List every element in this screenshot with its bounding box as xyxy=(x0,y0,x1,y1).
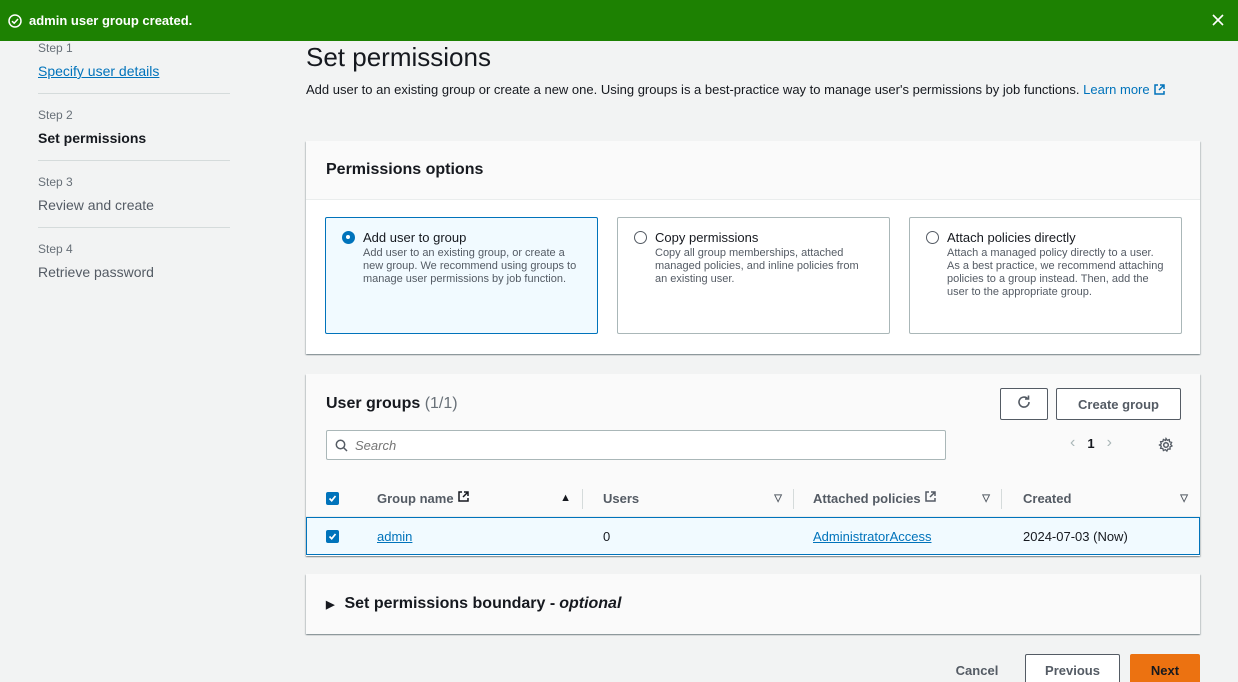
step-number: Step 2 xyxy=(38,108,73,122)
select-all-cell xyxy=(306,480,363,516)
check-circle-icon xyxy=(8,13,22,28)
wizard-step-3: Step 3 Review and create xyxy=(38,175,230,228)
row-checkbox[interactable] xyxy=(326,529,339,543)
user-groups-panel: User groups (1/1) Create group ‹ 1 › xyxy=(306,374,1200,556)
tile-description: Attach a managed policy directly to a us… xyxy=(947,247,1164,298)
panel-header: User groups (1/1) Create group ‹ 1 › xyxy=(306,374,1200,555)
boundary-label: Set permissions boundary - xyxy=(344,595,556,612)
user-groups-heading: User groups (1/1) xyxy=(326,395,458,412)
column-header-users[interactable]: Users ▽ xyxy=(583,480,794,516)
external-link-icon xyxy=(1153,82,1166,102)
tile-description: Copy all group memberships, attached man… xyxy=(655,247,859,285)
external-link-icon xyxy=(924,490,937,506)
tile-add-user-to-group[interactable]: Add user to group Add user to an existin… xyxy=(325,217,598,334)
step-number: Step 3 xyxy=(38,175,73,189)
sort-icon[interactable]: ▽ xyxy=(1180,493,1188,504)
cell-attached-policies: AdministratorAccess xyxy=(794,518,1002,554)
description-text: Add user to an existing group or create … xyxy=(306,82,1080,97)
search-field[interactable] xyxy=(326,430,946,460)
group-count: (1/1) xyxy=(424,395,458,412)
wizard-step-1: Step 1 Specify user details xyxy=(38,41,230,94)
pagination: ‹ 1 › xyxy=(1070,434,1112,452)
group-name-link[interactable]: admin xyxy=(377,529,412,544)
page-title: Set permissions xyxy=(306,42,491,72)
wizard-steps: Step 1 Specify user details Step 2 Set p… xyxy=(38,41,230,308)
step-label-set-permissions: Set permissions xyxy=(38,130,147,146)
table-row[interactable]: admin 0 AdministratorAccess 2024-07-03 (… xyxy=(306,517,1200,555)
permissions-boundary-expander[interactable]: ▶ Set permissions boundary - optional xyxy=(306,574,1200,634)
search-icon xyxy=(335,439,348,452)
tile-copy-permissions[interactable]: Copy permissions Copy all group membersh… xyxy=(617,217,890,334)
flash-message: admin user group created. xyxy=(29,13,193,28)
tile-title: Add user to group xyxy=(363,230,467,245)
permissions-options-panel: Permissions options Add user to group Ad… xyxy=(306,141,1200,354)
cell-users: 0 xyxy=(603,528,611,544)
select-all-checkbox[interactable] xyxy=(326,491,339,505)
table-header-row: Group name ▲ Users ▽ Attached policies ▽ xyxy=(306,480,1200,517)
row-select-cell xyxy=(307,518,363,554)
settings-gear-icon[interactable] xyxy=(1157,436,1175,454)
previous-page-icon[interactable]: ‹ xyxy=(1070,434,1075,452)
step-number: Step 1 xyxy=(38,41,73,55)
previous-button[interactable]: Previous xyxy=(1025,654,1120,682)
column-header-created[interactable]: Created ▽ xyxy=(1002,480,1200,516)
sort-icon[interactable]: ▽ xyxy=(982,493,990,504)
step-link-specify-user-details[interactable]: Specify user details xyxy=(38,61,230,81)
user-groups-table: Group name ▲ Users ▽ Attached policies ▽ xyxy=(306,480,1200,555)
create-group-button[interactable]: Create group xyxy=(1056,388,1181,420)
permissions-boundary-panel: ▶ Set permissions boundary - optional xyxy=(306,574,1200,634)
cancel-button[interactable]: Cancel xyxy=(948,654,1006,682)
radio-button[interactable] xyxy=(926,231,939,244)
success-flash-banner: admin user group created. xyxy=(0,0,1238,41)
caret-right-icon: ▶ xyxy=(326,598,335,611)
tile-title: Copy permissions xyxy=(655,230,759,245)
current-page[interactable]: 1 xyxy=(1087,436,1094,451)
search-input[interactable] xyxy=(355,437,915,453)
refresh-icon xyxy=(1016,394,1032,415)
page-description: Add user to an existing group or create … xyxy=(306,80,1176,102)
wizard-step-4: Step 4 Retrieve password xyxy=(38,242,230,294)
boundary-optional: optional xyxy=(559,595,622,612)
refresh-button[interactable] xyxy=(1000,388,1048,420)
cell-group-name: admin xyxy=(363,518,583,554)
external-link-icon xyxy=(457,490,470,506)
column-header-group-name[interactable]: Group name ▲ xyxy=(363,480,583,516)
tile-description: Add user to an existing group, or create… xyxy=(363,247,577,285)
radio-button-selected[interactable] xyxy=(342,231,355,244)
learn-more-link[interactable]: Learn more xyxy=(1083,82,1166,97)
wizard-step-2: Step 2 Set permissions xyxy=(38,108,230,161)
cell-created: 2024-07-03 (Now) xyxy=(1023,528,1128,544)
permission-tiles: Add user to group Add user to an existin… xyxy=(325,217,1182,334)
close-icon[interactable] xyxy=(1208,10,1228,30)
next-page-icon[interactable]: › xyxy=(1107,434,1112,452)
column-header-attached-policies[interactable]: Attached policies ▽ xyxy=(794,480,1002,516)
step-label-review-and-create: Review and create xyxy=(38,197,154,213)
next-button[interactable]: Next xyxy=(1130,654,1200,682)
sort-ascending-icon[interactable]: ▲ xyxy=(560,492,571,504)
tile-title: Attach policies directly xyxy=(947,230,1076,245)
panel-header: Permissions options xyxy=(306,141,1200,200)
policy-link[interactable]: AdministratorAccess xyxy=(813,529,931,544)
sort-icon[interactable]: ▽ xyxy=(774,493,782,504)
step-number: Step 4 xyxy=(38,242,73,256)
permissions-options-heading: Permissions options xyxy=(326,161,484,178)
radio-button[interactable] xyxy=(634,231,647,244)
step-label-retrieve-password: Retrieve password xyxy=(38,264,154,280)
tile-attach-policies-directly[interactable]: Attach policies directly Attach a manage… xyxy=(909,217,1182,334)
